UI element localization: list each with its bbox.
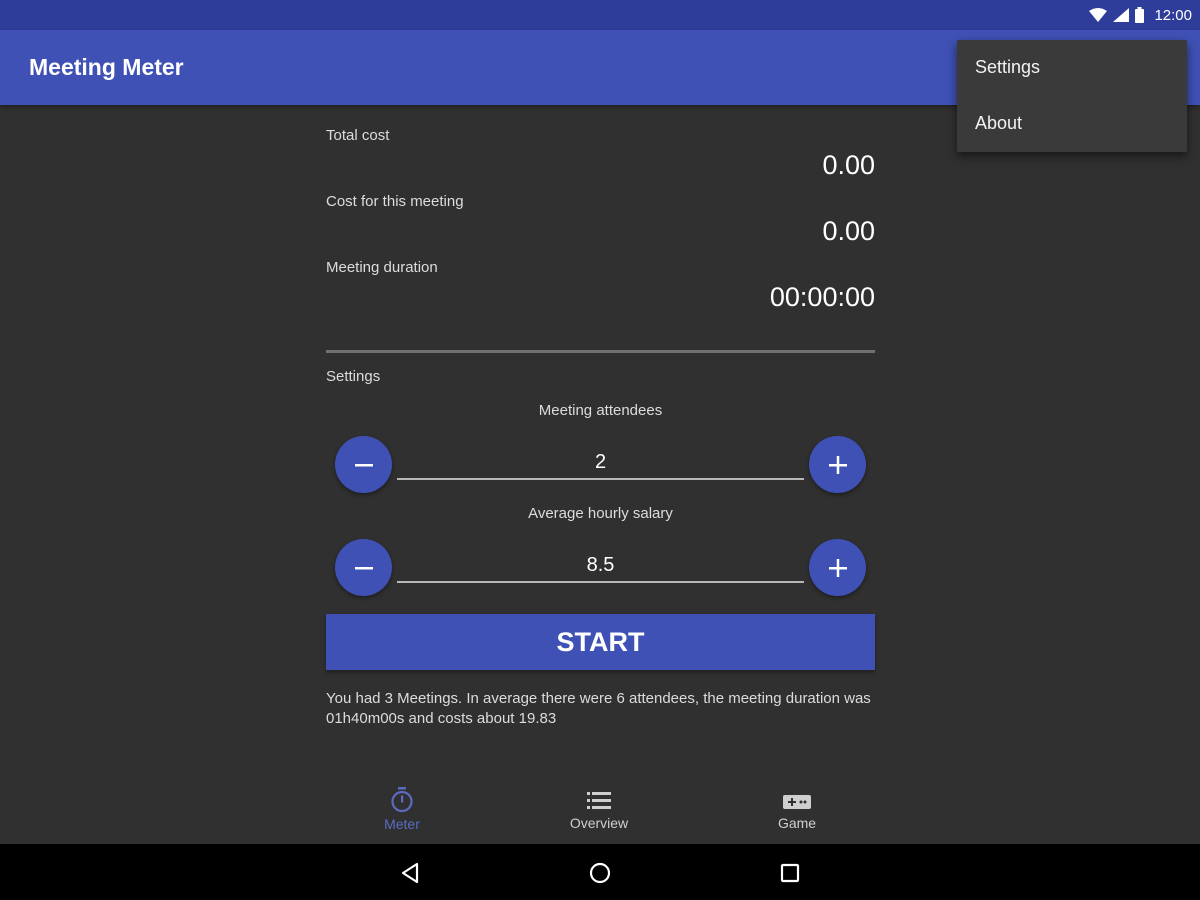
minus-icon	[354, 566, 373, 569]
settings-section-label: Settings	[326, 368, 381, 385]
nav-label-game: Game	[777, 815, 817, 831]
system-navigation-bar	[0, 844, 1200, 900]
list-icon	[587, 792, 611, 809]
salary-value: 8.5	[586, 554, 615, 576]
attendees-value: 2	[594, 451, 607, 473]
gamepad-icon	[783, 795, 811, 809]
total-cost-value: 0.00	[822, 150, 875, 180]
salary-field[interactable]: 8.5	[397, 554, 804, 583]
attendees-field[interactable]: 2	[397, 451, 804, 480]
wifi-icon	[1089, 8, 1108, 22]
recents-icon	[780, 863, 800, 883]
overflow-menu: Settings About	[957, 40, 1187, 152]
salary-increment-button[interactable]	[809, 539, 866, 596]
back-button[interactable]	[397, 860, 423, 886]
home-button[interactable]	[587, 860, 613, 886]
nav-label-meter: Meter	[384, 816, 420, 832]
duration-label: Meeting duration	[326, 259, 438, 276]
battery-icon	[1135, 7, 1145, 23]
salary-label: Average hourly salary	[528, 505, 673, 522]
start-button[interactable]: START	[326, 614, 875, 670]
start-button-label: START	[556, 626, 645, 657]
duration-value: 00:00:00	[769, 282, 875, 312]
home-icon	[589, 862, 611, 884]
nav-label-overview: Overview	[569, 815, 629, 831]
minus-icon	[354, 463, 373, 466]
status-clock: 12:00	[1154, 6, 1192, 24]
attendees-label: Meeting attendees	[538, 402, 663, 419]
menu-item-settings[interactable]: Settings	[975, 57, 1040, 78]
section-divider	[326, 350, 875, 353]
nav-item-meter[interactable]: Meter	[347, 787, 457, 832]
attendees-increment-button[interactable]	[809, 436, 866, 493]
meeting-cost-value: 0.00	[822, 216, 875, 246]
plus-icon	[828, 455, 847, 474]
recents-button[interactable]	[777, 860, 803, 886]
back-icon	[401, 862, 419, 884]
app-title: Meeting Meter	[29, 54, 184, 80]
status-bar: 12:00	[0, 0, 1200, 30]
attendees-decrement-button[interactable]	[335, 436, 392, 493]
meeting-cost-label: Cost for this meeting	[326, 193, 464, 210]
salary-decrement-button[interactable]	[335, 539, 392, 596]
menu-item-about[interactable]: About	[975, 113, 1022, 134]
total-cost-label: Total cost	[326, 127, 390, 144]
nav-item-game[interactable]: Game	[742, 792, 852, 831]
bottom-navigation: Meter Overview Game	[300, 780, 900, 842]
meetings-summary: You had 3 Meetings. In average there wer…	[326, 690, 871, 727]
signal-icon	[1113, 8, 1130, 22]
plus-icon	[828, 558, 847, 577]
timer-icon	[391, 787, 413, 813]
nav-item-overview[interactable]: Overview	[544, 790, 654, 831]
